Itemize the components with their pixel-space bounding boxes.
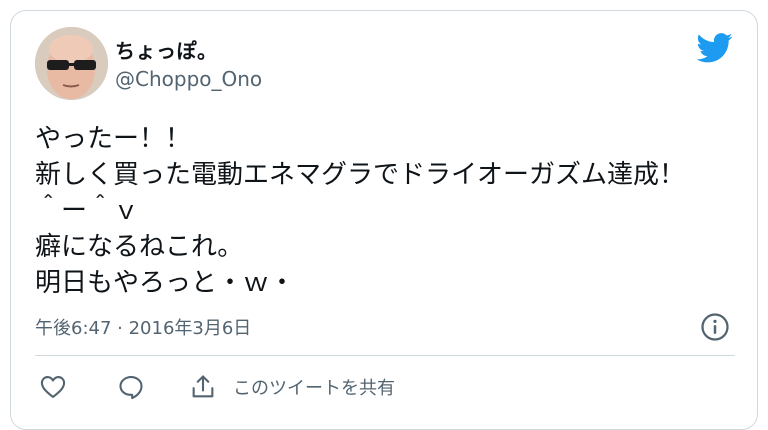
info-icon[interactable] — [700, 312, 730, 342]
twitter-bird-icon[interactable] — [697, 33, 733, 63]
tweet-timestamp[interactable]: 午後6:47 · 2016年3月6日 — [35, 314, 251, 340]
display-name[interactable]: ちょっぽ。 — [115, 35, 218, 64]
user-handle[interactable]: @Choppo_Ono — [115, 67, 262, 91]
tweet-card: ちょっぽ。 @Choppo_Ono やったー！！ 新しく買った電動エネマグラでド… — [10, 10, 758, 430]
share-button[interactable]: このツイートを共有 — [189, 373, 395, 401]
share-label[interactable]: このツイートを共有 — [233, 374, 395, 400]
tweet-text: やったー！！ 新しく買った電動エネマグラでドライオーガズム達成！ ＾ー＾ｖ 癖に… — [35, 121, 745, 301]
avatar[interactable] — [35, 27, 108, 100]
tweet-line: 新しく買った電動エネマグラでドライオーガズム達成！ — [35, 160, 686, 190]
tweet-line: やったー！！ — [35, 124, 192, 154]
heart-icon — [40, 376, 66, 398]
reply-button[interactable] — [117, 373, 145, 401]
avatar-image — [35, 27, 108, 100]
like-button[interactable] — [39, 373, 67, 401]
divider — [35, 355, 735, 356]
speech-bubble-icon — [119, 376, 143, 400]
tweet-line: 癖になるねこれ。 — [35, 232, 244, 262]
share-icon — [192, 375, 214, 398]
tweet-line: 明日もやろっと・ｗ・ — [35, 268, 296, 298]
tweet-line: ＾ー＾ｖ — [35, 196, 140, 226]
